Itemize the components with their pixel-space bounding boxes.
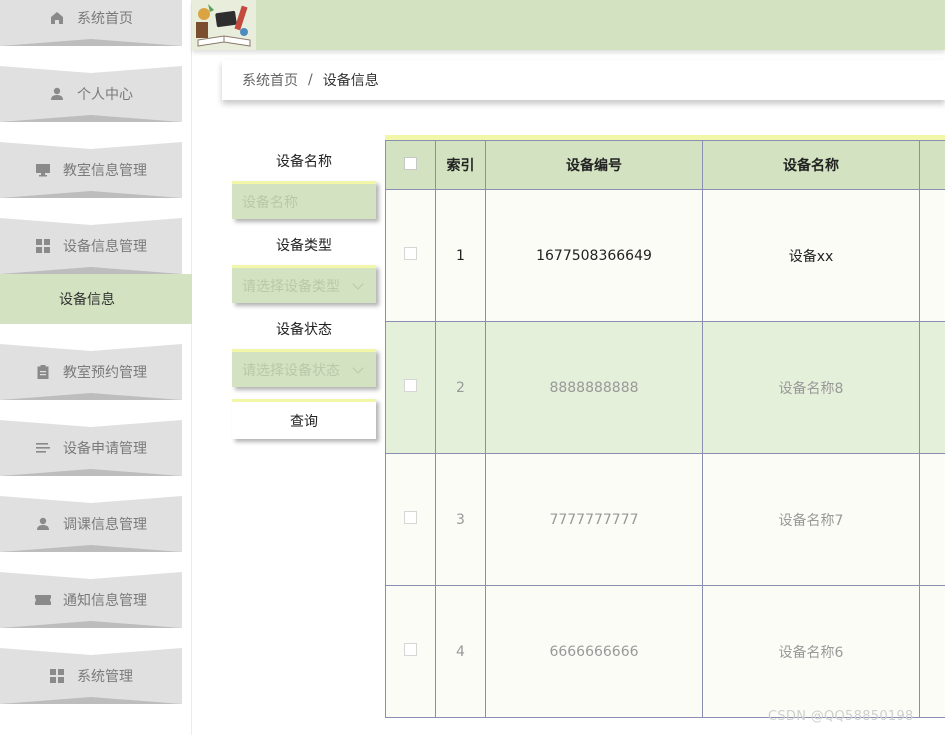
cell-extra xyxy=(919,453,945,586)
home-icon xyxy=(49,10,65,26)
cell-extra xyxy=(919,585,945,718)
device-status-placeholder: 请选择设备状态 xyxy=(242,362,340,379)
sidebar-item-home[interactable]: 系统首页 xyxy=(0,0,182,46)
column-header-code: 设备编号 xyxy=(485,140,703,190)
sidebar-item-label: 通知信息管理 xyxy=(63,593,147,609)
cell-name: 设备名称8 xyxy=(702,321,920,454)
device-type-placeholder: 请选择设备类型 xyxy=(242,278,340,295)
cell-index: 1 xyxy=(435,189,486,322)
device-name-label: 设备名称 xyxy=(276,154,332,170)
row-checkbox[interactable] xyxy=(404,511,417,524)
device-type-select[interactable]: 请选择设备类型 xyxy=(232,265,376,303)
cell-name: 设备xx xyxy=(702,189,920,322)
breadcrumb-home-link[interactable]: 系统首页 xyxy=(242,70,298,90)
top-header xyxy=(192,0,945,50)
search-button[interactable]: 查询 xyxy=(232,399,376,439)
sidebar-item-label: 教室预约管理 xyxy=(63,365,147,381)
sidebar-item-system[interactable]: 系统管理 xyxy=(0,648,182,704)
user-icon xyxy=(35,516,51,532)
cell-index: 2 xyxy=(435,321,486,454)
chevron-down-icon xyxy=(352,361,364,374)
select-all-cell[interactable] xyxy=(385,140,436,190)
column-header-extra xyxy=(919,140,945,190)
device-type-label: 设备类型 xyxy=(276,238,332,254)
breadcrumb-separator: / xyxy=(308,72,313,88)
column-header-name: 设备名称 xyxy=(702,140,920,190)
sidebar-item-label: 设备信息管理 xyxy=(63,239,147,255)
cell-name: 设备名称6 xyxy=(702,585,920,718)
cell-index: 3 xyxy=(435,453,486,586)
breadcrumb-current: 设备信息 xyxy=(322,73,379,89)
table-row[interactable]: 4 6666666666 设备名称6 xyxy=(385,585,945,718)
cell-code: 8888888888 xyxy=(485,321,703,454)
user-icon xyxy=(49,86,65,102)
grid-icon xyxy=(35,238,51,254)
grid-icon xyxy=(49,668,65,684)
row-checkbox[interactable] xyxy=(404,247,417,260)
device-table: 索引 设备编号 设备名称 1 1677508366649 设备xx 2 8888… xyxy=(385,135,945,735)
watermark: CSDN @QQ58850198 xyxy=(768,709,914,724)
sidebar-item-course-adjust[interactable]: 调课信息管理 xyxy=(0,496,182,552)
sidebar-item-profile[interactable]: 个人中心 xyxy=(0,66,182,122)
logo xyxy=(192,0,256,50)
sidebar-item-notice[interactable]: 通知信息管理 xyxy=(0,572,182,628)
chevron-down-icon xyxy=(352,277,364,290)
sidebar-item-label: 调课信息管理 xyxy=(63,517,147,533)
sidebar: 系统首页 个人中心 教室信息管理 设备信息管理 设备信息 教室预约管理 设备申请… xyxy=(0,0,192,735)
row-checkbox[interactable] xyxy=(404,379,417,392)
table-row[interactable]: 2 8888888888 设备名称8 xyxy=(385,321,945,454)
cell-index: 4 xyxy=(435,585,486,718)
sidebar-item-device[interactable]: 设备信息管理 xyxy=(0,218,182,274)
table-row[interactable]: 1 1677508366649 设备xx xyxy=(385,189,945,322)
breadcrumb: 系统首页 / 设备信息 xyxy=(222,60,945,100)
table-header-row: 索引 设备编号 设备名称 xyxy=(385,140,945,190)
cell-code: 1677508366649 xyxy=(485,189,703,322)
sidebar-subitem-device-info[interactable]: 设备信息 xyxy=(0,274,192,324)
cell-extra xyxy=(919,321,945,454)
column-header-index: 索引 xyxy=(435,140,486,190)
table-row[interactable]: 3 7777777777 设备名称7 xyxy=(385,453,945,586)
row-checkbox[interactable] xyxy=(404,643,417,656)
clipboard-icon xyxy=(35,364,51,380)
device-status-select[interactable]: 请选择设备状态 xyxy=(232,349,376,387)
cell-extra xyxy=(919,189,945,322)
sidebar-item-label: 设备申请管理 xyxy=(63,441,147,457)
ticket-icon xyxy=(35,592,51,608)
device-status-label: 设备状态 xyxy=(276,322,332,338)
sidebar-item-classroom[interactable]: 教室信息管理 xyxy=(0,142,182,198)
device-name-input[interactable]: 设备名称 xyxy=(232,181,376,219)
cell-name: 设备名称7 xyxy=(702,453,920,586)
sidebar-subitem-label: 设备信息 xyxy=(59,292,115,308)
sidebar-item-label: 个人中心 xyxy=(77,87,133,103)
cell-code: 6666666666 xyxy=(485,585,703,718)
select-all-checkbox[interactable] xyxy=(404,156,417,170)
sidebar-item-label: 系统首页 xyxy=(77,11,133,27)
sidebar-item-reservation[interactable]: 教室预约管理 xyxy=(0,344,182,400)
sidebar-item-label: 教室信息管理 xyxy=(63,163,147,179)
monitor-icon xyxy=(35,162,51,178)
device-name-placeholder: 设备名称 xyxy=(242,194,298,211)
sidebar-item-device-apply[interactable]: 设备申请管理 xyxy=(0,420,182,476)
cell-code: 7777777777 xyxy=(485,453,703,586)
sidebar-item-label: 系统管理 xyxy=(77,669,133,685)
list-icon xyxy=(35,440,51,456)
